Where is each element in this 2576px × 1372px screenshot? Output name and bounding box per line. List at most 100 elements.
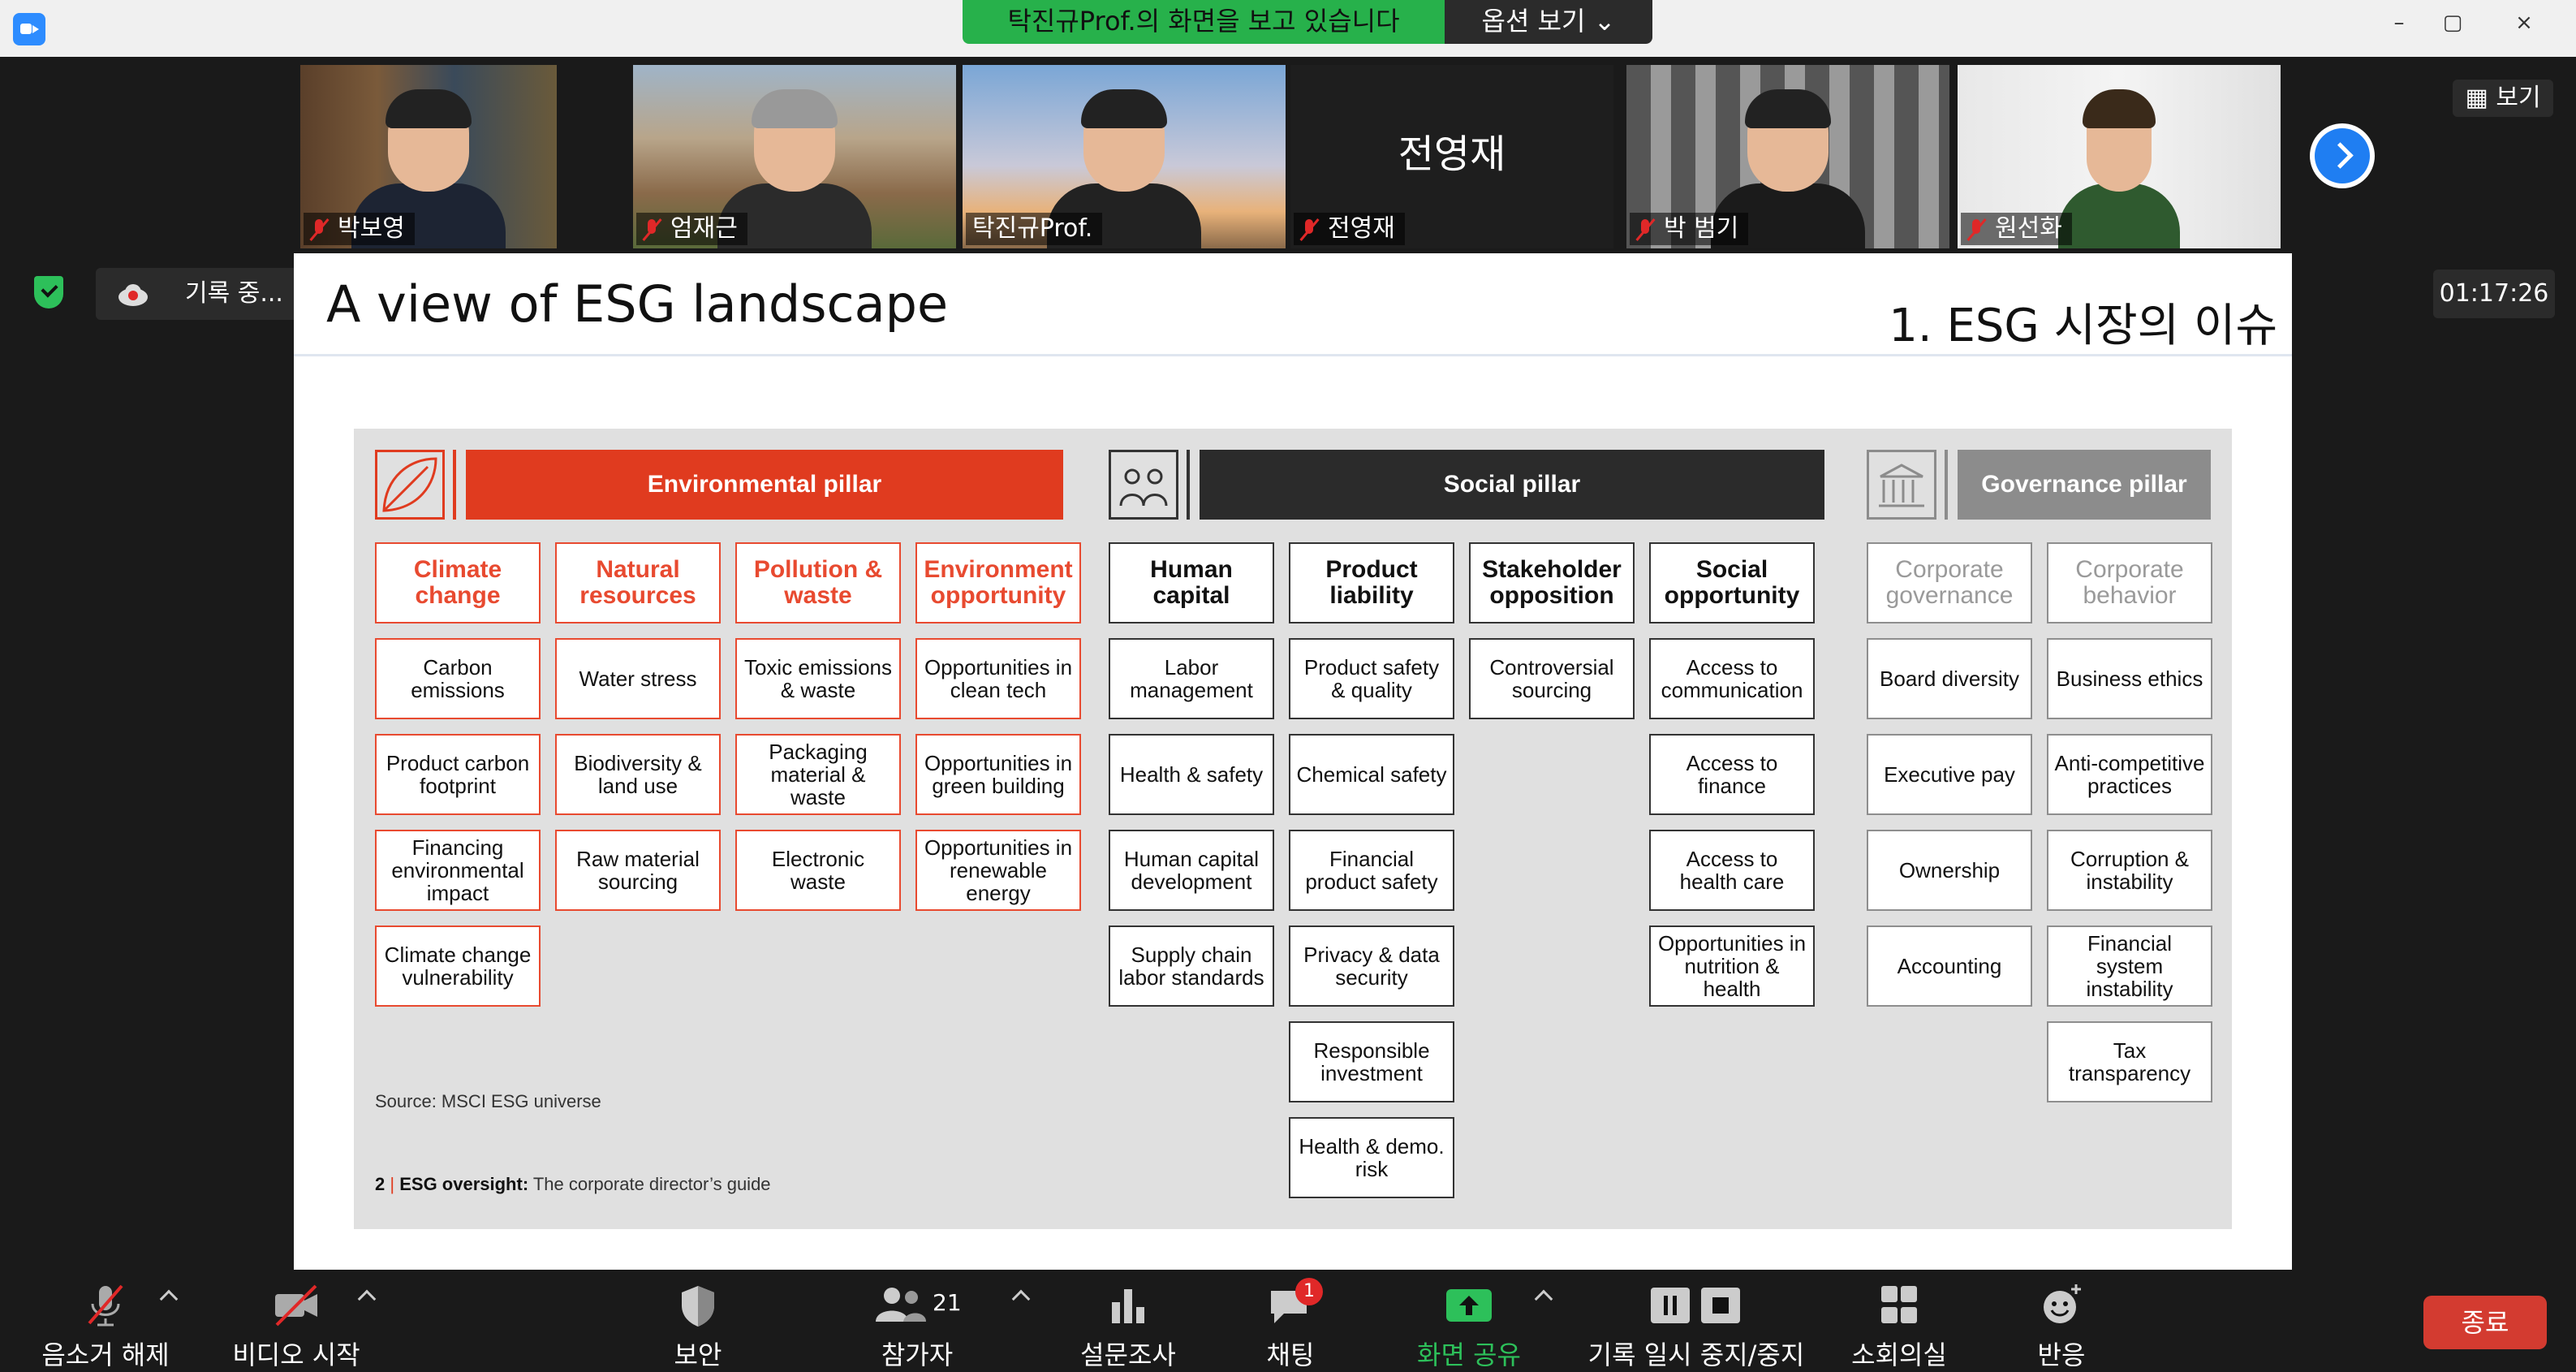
mic-muted-icon xyxy=(1967,218,1985,242)
env-issue-cell: Climate change vulnerability xyxy=(375,925,541,1007)
social-issue-cell: Supply chain labor standards xyxy=(1109,925,1274,1007)
participant-name: 원선화 xyxy=(1961,213,2072,245)
social-issue-cell: Access to health care xyxy=(1649,830,1815,911)
social-issue-cell: Human capital development xyxy=(1109,830,1274,911)
participant-tile[interactable]: 박 범기 xyxy=(1626,65,1949,248)
start-video-button[interactable]: 비디오 시작 xyxy=(219,1275,373,1370)
maximize-button[interactable]: ▢ xyxy=(2428,6,2477,39)
participant-tile[interactable]: 박보영 xyxy=(300,65,557,248)
social-issue-cell: Opportunities in nutrition & health xyxy=(1649,925,1815,1007)
env-issue-cell: Financing environmental impact xyxy=(375,830,541,911)
security-button[interactable]: 보안 xyxy=(633,1275,763,1370)
view-options-button[interactable]: 옵션 보기 ⌄ xyxy=(1445,0,1652,44)
social-category-header: Product liability xyxy=(1289,542,1454,623)
smiley-plus-icon xyxy=(2037,1283,2086,1328)
participants-icon: 21 xyxy=(872,1283,962,1328)
share-screen-button[interactable]: 화면 공유 xyxy=(1396,1275,1542,1370)
env-issue-cell: Biodiversity & land use xyxy=(555,734,721,815)
participants-button[interactable]: 21 참가자 xyxy=(844,1275,990,1370)
gov-issue-cell: Executive pay xyxy=(1867,734,2032,815)
env-issue-cell: Water stress xyxy=(555,638,721,719)
env-issue-cell: Packaging material & waste xyxy=(735,734,901,815)
minimize-button[interactable]: – xyxy=(2375,6,2423,39)
participant-name: 박 범기 xyxy=(1630,213,1749,245)
source-note: Source: MSCI ESG universe xyxy=(375,1091,601,1111)
participant-name: 탁진규Prof. xyxy=(966,213,1103,245)
env-issue-cell: Electronic waste xyxy=(735,830,901,911)
participant-name: 박보영 xyxy=(304,213,415,245)
participant-name: 전영재 xyxy=(1294,213,1405,245)
unmute-button[interactable]: 음소거 해제 xyxy=(32,1275,179,1370)
participant-tile[interactable]: 엄재근 xyxy=(633,65,956,248)
participant-name: 엄재근 xyxy=(636,213,747,245)
recording-label: 기록 중... xyxy=(185,279,283,308)
meeting-toolbar: 음소거 해제 비디오 시작 보안 21 참가자 설문조사 1 채팅 화면 공유 … xyxy=(0,1275,2576,1370)
reactions-button[interactable]: 반응 xyxy=(1988,1275,2134,1370)
breakout-grid-icon xyxy=(1875,1283,1923,1328)
participant-tile[interactable]: 원선화 xyxy=(1958,65,2281,248)
social-category-header: Human capital xyxy=(1109,542,1274,623)
slide-title: A view of ESG landscape xyxy=(326,274,949,334)
meeting-timer: 01:17:26 xyxy=(2433,270,2555,318)
view-layout-button[interactable]: ▦ 보기 xyxy=(2453,80,2553,117)
social-issue-cell: Financial product safety xyxy=(1289,830,1454,911)
gov-category-header: Corporate behavior xyxy=(2047,542,2212,623)
social-issue-cell: Access to communication xyxy=(1649,638,1815,719)
mic-muted-icon xyxy=(310,218,328,242)
participant-tile-active-speaker[interactable]: 탁진규Prof. xyxy=(963,65,1286,248)
chat-unread-badge: 1 xyxy=(1295,1278,1323,1305)
social-pillar-header: Social pillar xyxy=(1200,450,1824,520)
social-issue-cell: Health & demo. risk xyxy=(1289,1117,1454,1198)
pause-stop-icons xyxy=(1648,1283,1745,1328)
shared-slide: A view of ESG landscape 1. ESG 시장의 이슈 En… xyxy=(294,253,2292,1270)
env-category-header: Environment opportunity xyxy=(915,542,1081,623)
polls-button[interactable]: 설문조사 xyxy=(1055,1275,1201,1370)
gov-category-header: Corporate governance xyxy=(1867,542,2032,623)
slide-divider xyxy=(294,354,2292,356)
env-issue-cell: Opportunities in clean tech xyxy=(915,638,1081,719)
gov-issue-cell: Tax transparency xyxy=(2047,1021,2212,1102)
chat-button[interactable]: 1 채팅 xyxy=(1217,1275,1363,1370)
mic-off-icon xyxy=(81,1283,130,1328)
social-issue-cell: Chemical safety xyxy=(1289,734,1454,815)
mic-muted-icon xyxy=(1300,218,1318,242)
share-screen-icon xyxy=(1445,1283,1493,1328)
social-category-header: Social opportunity xyxy=(1649,542,1815,623)
encryption-shield-icon[interactable] xyxy=(34,276,63,308)
next-page-button[interactable] xyxy=(2310,123,2375,188)
env-category-header: Pollution & waste xyxy=(735,542,901,623)
env-issue-cell: Opportunities in green building xyxy=(915,734,1081,815)
social-category-header: Stakeholder opposition xyxy=(1469,542,1635,623)
gov-issue-cell: Anti-competitive practices xyxy=(2047,734,2212,815)
environmental-pillar-header: Environmental pillar xyxy=(466,450,1063,520)
participants-count: 21 xyxy=(933,1289,962,1316)
participants-options-caret[interactable] xyxy=(1011,1289,1031,1309)
leaf-icon xyxy=(375,450,445,520)
env-issue-cell: Raw material sourcing xyxy=(555,830,721,911)
social-issue-cell: Controversial sourcing xyxy=(1469,638,1635,719)
mic-muted-icon xyxy=(1636,218,1654,242)
building-icon xyxy=(1867,450,1936,520)
gov-issue-cell: Ownership xyxy=(1867,830,2032,911)
gov-issue-cell: Accounting xyxy=(1867,925,2032,1007)
env-issue-cell: Product carbon footprint xyxy=(375,734,541,815)
pause-stop-recording-button[interactable]: 기록 일시 중지/중지 xyxy=(1583,1275,1810,1370)
social-issue-cell: Labor management xyxy=(1109,638,1274,719)
env-category-header: Natural resources xyxy=(555,542,721,623)
breakout-rooms-button[interactable]: 소회의실 xyxy=(1826,1275,1972,1370)
slide-subtitle: 1. ESG 시장의 이슈 xyxy=(1889,300,2277,352)
social-issue-cell: Health & safety xyxy=(1109,734,1274,815)
cloud-record-icon xyxy=(118,284,148,306)
zoom-app-icon xyxy=(13,13,45,45)
participant-tile[interactable]: 전영재 전영재 xyxy=(1290,65,1613,248)
end-meeting-button[interactable]: 종료 xyxy=(2423,1296,2547,1349)
gov-issue-cell: Corruption & instability xyxy=(2047,830,2212,911)
social-issue-cell: Product safety & quality xyxy=(1289,638,1454,719)
gov-issue-cell: Board diversity xyxy=(1867,638,2032,719)
gov-issue-cell: Business ethics xyxy=(2047,638,2212,719)
close-button[interactable]: × xyxy=(2500,6,2548,39)
screen-share-banner: 탁진규Prof.의 화면을 보고 있습니다 xyxy=(963,0,1445,44)
bar-chart-icon xyxy=(1104,1283,1152,1328)
mic-muted-icon xyxy=(643,218,661,242)
people-icon xyxy=(1109,450,1178,520)
